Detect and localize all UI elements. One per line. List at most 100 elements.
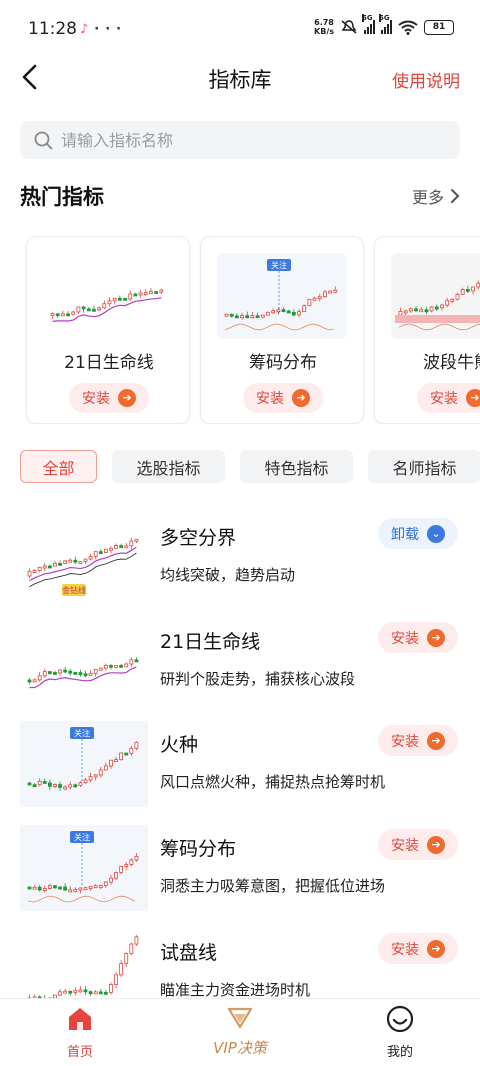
candle-body xyxy=(98,769,103,776)
list-item[interactable]: 金钻线 多空分界 均线突破，趋势启动 卸载 ⌄ xyxy=(0,514,480,618)
arrow-right-icon: ➔ xyxy=(118,389,136,407)
candle-body xyxy=(134,936,139,945)
search-bar[interactable] xyxy=(20,121,460,159)
candle-body xyxy=(250,315,255,319)
candle-body xyxy=(32,784,37,788)
hot-card[interactable]: 波段牛熊 安装 ➔ xyxy=(374,236,480,424)
nav-vip[interactable]: VIP决策 xyxy=(180,1005,300,1058)
tab-stock-picking[interactable]: 选股指标 xyxy=(112,450,225,483)
candle-body xyxy=(63,669,68,673)
band-area xyxy=(395,315,480,323)
candle-body xyxy=(419,309,424,313)
candle-body xyxy=(149,291,153,294)
candle-body xyxy=(129,859,134,865)
candle-body xyxy=(32,679,37,683)
candle-body xyxy=(129,943,134,954)
nav-mine[interactable]: 我的 xyxy=(340,1005,460,1060)
candle-body xyxy=(124,752,129,756)
candle-body xyxy=(58,562,62,566)
candle-body xyxy=(97,307,102,311)
candle-body xyxy=(119,752,124,761)
candle-body xyxy=(42,888,47,891)
candle-body xyxy=(109,984,113,993)
candle-body xyxy=(78,561,83,564)
candle-body xyxy=(60,313,65,317)
candle-body xyxy=(229,313,234,317)
signal-5g-icon-1: 5G xyxy=(362,14,375,34)
search-icon xyxy=(34,131,53,149)
signal-5g-icon-2: 5G xyxy=(379,14,392,34)
candle-body xyxy=(68,889,73,893)
candle-body xyxy=(81,306,86,310)
candle-body xyxy=(78,989,83,993)
more-label: 更多 xyxy=(411,188,444,207)
indicator-chart-thumbnail xyxy=(20,929,148,998)
tab-expert[interactable]: 名师指标 xyxy=(368,450,480,483)
wifi-icon xyxy=(398,20,418,35)
list-item[interactable]: 关注 筹码分布 洞悉主力吸筹意图，把握低位进场 安装 ➔ xyxy=(0,825,480,929)
search-input[interactable] xyxy=(61,130,441,150)
candle-body xyxy=(55,313,60,317)
candle-body xyxy=(129,747,134,754)
tab-all[interactable]: 全部 xyxy=(20,450,97,483)
notification-icons: ♪··· xyxy=(80,22,127,37)
candle-body xyxy=(123,297,127,301)
tag-badge-label: 关注 xyxy=(74,728,90,738)
candle-body xyxy=(460,288,465,295)
help-link[interactable]: 使用说明 xyxy=(392,67,460,92)
card-name: 筹码分布 xyxy=(249,353,317,373)
candle-body xyxy=(88,991,93,995)
candle-body xyxy=(297,311,301,316)
install-button[interactable]: 安装 ➔ xyxy=(243,383,323,413)
list-item[interactable]: 试盘线 瞄准主力资金进场时机 安装 ➔ xyxy=(0,929,480,998)
install-button[interactable]: 安装 ➔ xyxy=(417,383,480,413)
candle-body xyxy=(83,558,88,562)
install-button[interactable]: 安装 ➔ xyxy=(378,622,458,653)
list-item[interactable]: 关注 火种 风口点燃火种，捕捉热点抢筹时机 安装 ➔ xyxy=(0,721,480,825)
candle-body xyxy=(471,286,475,292)
more-button[interactable]: 更多 xyxy=(412,184,460,208)
tag-badge-label: 金钻线 xyxy=(62,585,86,595)
candle-body xyxy=(53,672,57,675)
candle-body xyxy=(63,560,68,564)
install-button[interactable]: 安装 ➔ xyxy=(69,383,149,413)
candle-body xyxy=(73,671,78,675)
candle-body xyxy=(307,298,312,307)
nav-home[interactable]: 首页 xyxy=(20,1005,140,1060)
candle-body xyxy=(98,551,103,555)
indicator-line xyxy=(224,323,334,331)
candle-body xyxy=(128,293,133,300)
indicator-name: 筹码分布 xyxy=(160,838,237,860)
candle-body xyxy=(78,782,83,786)
candle-body xyxy=(159,289,164,293)
candle-body xyxy=(134,659,139,663)
candle-body xyxy=(323,291,327,298)
list-item[interactable]: 21日生命线 研判个股走势，捕获核心波段 安装 ➔ xyxy=(0,618,480,722)
candle-body xyxy=(47,782,52,787)
tab-featured[interactable]: 特色指标 xyxy=(240,450,353,483)
indicator-chart-thumbnail: 金钻线 xyxy=(20,514,148,600)
candle-body xyxy=(42,781,47,784)
indicator-name: 21日生命线 xyxy=(160,631,261,653)
status-bar: 11:28 ♪··· 6.78 KB/s 5G 5G 81 xyxy=(0,0,480,56)
candle-body xyxy=(27,679,32,683)
candle-body xyxy=(37,566,42,571)
install-button[interactable]: 安装 ➔ xyxy=(378,829,458,860)
candle-body xyxy=(154,291,159,294)
card-name: 21日生命线 xyxy=(64,353,154,373)
hot-card[interactable]: 关注 筹码分布 安装 ➔ xyxy=(200,236,364,424)
music-note-icon: ♪ xyxy=(80,22,95,37)
candle-body xyxy=(114,545,118,549)
install-button[interactable]: 安装 ➔ xyxy=(378,725,458,756)
candle-body xyxy=(50,313,55,317)
uninstall-button[interactable]: 卸载 ⌄ xyxy=(378,518,458,549)
candle-body xyxy=(42,565,47,569)
moving-average-line xyxy=(29,666,137,689)
candle-body xyxy=(114,664,118,668)
hot-card[interactable]: 21日生命线 安装 ➔ xyxy=(26,236,190,424)
candle-body xyxy=(92,308,96,312)
candle-body xyxy=(88,776,93,781)
hot-cards-carousel[interactable]: 21日生命线 安装 ➔ 关注 筹码分布 安装 ➔ 波段牛熊 安装 ➔ xyxy=(0,236,480,424)
install-button[interactable]: 安装 ➔ xyxy=(378,933,458,964)
candle-body xyxy=(42,671,47,677)
